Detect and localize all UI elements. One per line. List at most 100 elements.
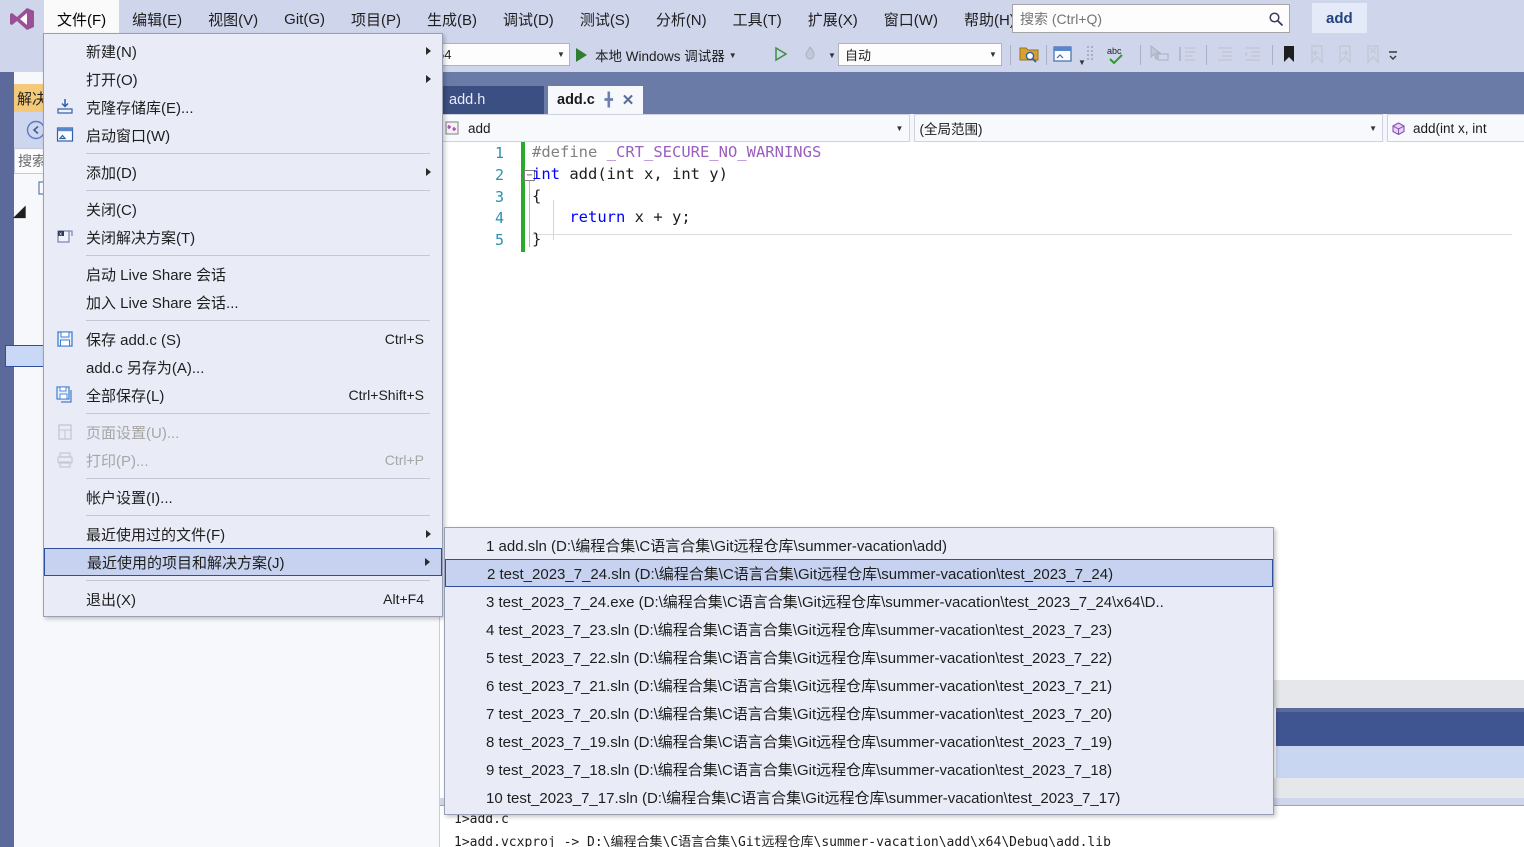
menu-item-new[interactable]: 新建(N) xyxy=(44,37,442,65)
file-menu-dropdown: 新建(N) 打开(O) 克隆存储库(E)... 启动窗口(W) 添加(D) 关闭… xyxy=(43,33,443,617)
navigate-backward-button xyxy=(1148,44,1170,66)
recent-project-item[interactable]: 2 test_2023_7_24.sln (D:\编程合集\C语言合集\Git远… xyxy=(445,559,1273,587)
chevron-down-icon[interactable]: ▼ xyxy=(1364,124,1382,133)
menu-separator xyxy=(86,255,430,256)
menu-item-label: 加入 Live Share 会话... xyxy=(86,294,239,312)
menu-item-close[interactable]: 关闭(C) xyxy=(44,195,442,223)
menu-item-start-live-share[interactable]: 启动 Live Share 会话 xyxy=(44,260,442,288)
menu-separator xyxy=(86,320,430,321)
right-panel-selected-strip xyxy=(1276,712,1524,746)
scope-dropdown-value: (全局范围) xyxy=(919,122,983,137)
recent-project-item[interactable]: 5 test_2023_7_22.sln (D:\编程合集\C语言合集\Git远… xyxy=(445,643,1273,671)
menu-item-recent-files[interactable]: 最近使用过的文件(F) xyxy=(44,520,442,548)
menu-item-close-solution[interactable]: x 关闭解决方案(T) xyxy=(44,223,442,251)
start-debug-label: 本地 Windows 调试器 xyxy=(595,49,725,64)
menu-debug[interactable]: 调试(D) xyxy=(490,0,567,38)
chevron-down-icon[interactable]: ▼ xyxy=(891,124,909,133)
fold-guide-line xyxy=(529,181,530,247)
chevron-down-icon[interactable]: ▼ xyxy=(729,51,737,60)
tab-add-c[interactable]: add.c ╋ ✕ xyxy=(548,86,644,114)
project-dropdown-value: add xyxy=(468,120,491,136)
macro-name: _CRT_SECURE_NO_WARNINGS xyxy=(597,143,822,161)
config-dropdown-value: 自动 xyxy=(845,48,872,63)
right-panel-strip xyxy=(1272,680,1524,708)
solution-explorer-selected-row[interactable] xyxy=(5,345,45,367)
code-line-2: int add(int x, int y) xyxy=(532,165,728,183)
config-dropdown[interactable]: 自动 ▼ xyxy=(838,43,1002,66)
tab-label: add.h xyxy=(449,92,486,108)
search-icon[interactable] xyxy=(1263,11,1289,27)
member-dropdown[interactable]: add(int x, int xyxy=(1387,114,1524,142)
line-number: 4 xyxy=(494,209,504,227)
menu-item-save-all[interactable]: 全部保存(L) Ctrl+Shift+S xyxy=(44,381,442,409)
menu-label: 生成(B) xyxy=(426,11,477,29)
menu-separator xyxy=(86,190,430,191)
menu-label: 工具(T) xyxy=(732,11,782,29)
toggle-bookmark-button[interactable] xyxy=(1278,44,1300,66)
pin-icon[interactable]: ╋ xyxy=(605,92,613,108)
search-in-files-button[interactable] xyxy=(1018,44,1040,66)
menu-item-join-live-share[interactable]: 加入 Live Share 会话... xyxy=(44,288,442,316)
chevron-down-icon[interactable]: ▼ xyxy=(553,50,569,59)
line-number: 5 xyxy=(494,231,504,249)
line-number: 3 xyxy=(494,188,504,206)
menu-item-label: 页面设置(U)... xyxy=(86,424,180,442)
start-window-icon xyxy=(44,126,86,144)
start-window-button[interactable] xyxy=(1052,44,1074,66)
start-without-debugging-button[interactable] xyxy=(770,44,792,66)
menu-item-label: 新建(N) xyxy=(86,43,137,61)
scope-dropdown[interactable]: (全局范围) ▼ xyxy=(913,114,1384,142)
menu-item-label: 关闭(C) xyxy=(86,201,137,219)
menu-separator xyxy=(86,580,430,581)
line-number: 2 xyxy=(494,166,504,184)
page-setup-icon xyxy=(44,423,86,441)
search-input[interactable] xyxy=(1013,9,1263,28)
chevron-down-icon[interactable]: ▼ xyxy=(985,50,1001,59)
recent-project-item[interactable]: 6 test_2023_7_21.sln (D:\编程合集\C语言合集\Git远… xyxy=(445,671,1273,699)
menu-item-exit[interactable]: 退出(X) Alt+F4 xyxy=(44,585,442,613)
global-search-box[interactable] xyxy=(1012,4,1290,33)
platform-dropdown[interactable]: 64 ▼ xyxy=(430,43,570,66)
close-solution-icon: x xyxy=(44,228,86,246)
menu-analyze[interactable]: 分析(N) xyxy=(643,0,720,38)
recent-project-item[interactable]: 10 test_2023_7_17.sln (D:\编程合集\C语言合集\Git… xyxy=(445,783,1273,811)
flame-icon xyxy=(805,46,815,60)
submenu-arrow-icon xyxy=(426,75,431,83)
recent-project-item[interactable]: 3 test_2023_7_24.exe (D:\编程合集\C语言合集\Git远… xyxy=(445,587,1273,615)
menu-tools[interactable]: 工具(T) xyxy=(720,0,795,38)
menu-item-account-settings[interactable]: 帐户设置(I)... xyxy=(44,483,442,511)
project-dropdown[interactable]: add ▼ xyxy=(440,114,910,142)
menu-window[interactable]: 窗口(W) xyxy=(871,0,951,38)
menu-extensions[interactable]: 扩展(X) xyxy=(795,0,871,38)
menu-item-save-as[interactable]: add.c 另存为(A)... xyxy=(44,353,442,381)
menu-item-save[interactable]: 保存 add.c (S) Ctrl+S xyxy=(44,325,442,353)
menu-item-label: 最近使用的项目和解决方案(J) xyxy=(87,554,285,572)
close-icon[interactable]: ✕ xyxy=(622,91,635,109)
bookmark-next-icon xyxy=(1339,45,1351,64)
menu-item-label: 全部保存(L) xyxy=(86,387,165,405)
menu-separator xyxy=(86,153,430,154)
menu-item-label: 克隆存储库(E)... xyxy=(86,99,194,117)
change-indicator-bar xyxy=(521,142,525,252)
recent-project-item[interactable]: 4 test_2023_7_23.sln (D:\编程合集\C语言合集\Git远… xyxy=(445,615,1273,643)
indent-icon xyxy=(1245,47,1260,61)
menu-item-add[interactable]: 添加(D) xyxy=(44,158,442,186)
chevron-down-icon[interactable]: ▼ xyxy=(828,51,836,60)
recent-project-item[interactable]: 8 test_2023_7_19.sln (D:\编程合集\C语言合集\Git远… xyxy=(445,727,1273,755)
outdent-icon xyxy=(1218,47,1232,61)
recent-project-item[interactable]: 9 test_2023_7_18.sln (D:\编程合集\C语言合集\Git远… xyxy=(445,755,1273,783)
start-debug-button[interactable]: 本地 Windows 调试器 ▼ xyxy=(576,42,737,68)
menu-item-recent-projects-and-solutions[interactable]: 最近使用的项目和解决方案(J) xyxy=(44,548,442,576)
tab-add-h[interactable]: add.h xyxy=(440,86,544,114)
active-project-badge[interactable]: add xyxy=(1312,3,1367,33)
menu-item-start-window[interactable]: 启动窗口(W) xyxy=(44,121,442,149)
menu-item-clone-repository[interactable]: 克隆存储库(E)... xyxy=(44,93,442,121)
menu-test[interactable]: 测试(S) xyxy=(567,0,643,38)
toolbar-overflow-button[interactable] xyxy=(1386,44,1408,66)
output-line: 1>add.vcxproj -> D:\编程合集\C语言合集\Git远程仓库\s… xyxy=(454,835,1111,847)
recent-project-item[interactable]: 7 test_2023_7_20.sln (D:\编程合集\C语言合集\Git远… xyxy=(445,699,1273,727)
chevron-down-icon[interactable]: ▼ xyxy=(1078,58,1086,67)
spell-check-button[interactable]: abc xyxy=(1106,44,1128,66)
recent-project-item[interactable]: 1 add.sln (D:\编程合集\C语言合集\Git远程仓库\summer-… xyxy=(445,531,1273,559)
menu-item-open[interactable]: 打开(O) xyxy=(44,65,442,93)
